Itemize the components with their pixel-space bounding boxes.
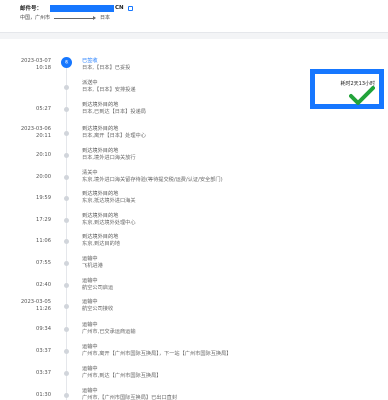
timeline-status: 运输中 [82,278,98,284]
timeline-timestamp: 09:34 [0,326,51,333]
shipment-header: 邮件号： CN 中国，广州市 日本 [0,0,388,33]
timeline-dot [64,261,69,266]
timeline-description: 日本,【日本】已妥投 [82,65,131,71]
timeline-description: 日本,【日本】安排投递 [82,87,136,93]
timeline-status: 到达境外目的地 [82,126,119,132]
timeline-status: 到达境外目的地 [82,213,119,219]
timeline-timestamp: 2023-03-05 11:26 [0,299,51,313]
timeline-time: 17:29 [36,217,51,223]
timeline-description: 广州市,【广州市国际互换局】已出口直封 [82,395,178,400]
timeline-dot [64,131,69,136]
route-row: 中国，广州市 日本 [20,14,110,21]
timeline-description: 飞机进港 [82,263,103,269]
timeline-status: 到达境外目的地 [82,102,119,108]
elapsed-highlight: 耗时2天13小时 [310,69,384,109]
timeline-date: 2023-03-07 [20,58,51,64]
tracking-label: 邮件号： [20,6,43,12]
timeline-dot [64,393,69,398]
timeline-timestamp: 07:55 [0,260,51,267]
timeline-timestamp: 20:00 [0,174,51,181]
timeline-description: 东京,抵达境外进口海关 [82,198,136,204]
timeline-description: 广州市,离开【广州市国际互换局】，下一站【广州市国际互换局】 [82,351,232,357]
timeline-timestamp: 02:40 [0,282,51,289]
timeline-timestamp: 20:10 [0,152,51,159]
timeline-timestamp: 03:37 [0,348,51,355]
timeline-time: 01:30 [36,392,51,398]
timeline-description: 东京,到达境外处理中心 [82,220,136,226]
timeline-status: 运输中 [82,299,98,305]
delivered-marker: 收 [61,57,72,68]
timeline-status: 清关中 [82,170,98,176]
timeline-status: 运输中 [82,366,98,372]
timeline-description: 东京,境外进口海关留存待验(等待提交税/运费/认证/安全部门) [82,177,223,183]
timeline-dot [64,304,69,309]
timeline-time: 07:55 [36,260,51,266]
timeline-time: 09:34 [36,326,51,332]
timeline-dot [64,371,69,376]
timeline-description: 航空公司启运 [82,285,114,291]
timeline-description: 日本,离开【日本】处理中心 [82,133,146,139]
timeline-time: 03:37 [36,348,51,354]
timeline-timestamp: 11:06 [0,238,51,245]
timeline-date: 2023-03-05 [20,299,51,305]
timeline-timestamp: 19:59 [0,195,51,202]
tracking-suffix: CN [115,5,124,11]
timeline-status: 派送中 [82,80,98,86]
timeline-timestamp: 2023-03-06 20:11 [0,126,51,140]
timeline-date: 2023-03-06 [20,126,51,132]
timeline-description: 广州市,到达【广州市国际互换局】 [82,373,162,379]
timeline-time: 03:37 [36,370,51,376]
timeline-time: 11:06 [36,238,51,244]
timeline-time: 05:27 [36,106,51,112]
timeline-dot [64,239,69,244]
timeline-description: 日本,境外进口海关放行 [82,155,136,161]
timeline-time: 20:00 [36,174,51,180]
timeline-status: 运输中 [82,344,98,350]
timeline-status: 到达境外目的地 [82,234,119,240]
timeline-timestamp: 17:29 [0,217,51,224]
timeline-status: 运输中 [82,322,98,328]
timeline-status: 运输中 [82,256,98,262]
timeline-time: 11:26 [36,306,51,312]
timeline-status: 运输中 [82,388,98,394]
timeline-timestamp: 03:37 [0,370,51,377]
timeline-status: 已签收 [82,58,98,64]
timeline-dot [64,196,69,201]
timeline-description: 东京,到达目的地 [82,241,120,247]
timeline-dot [64,349,69,354]
timeline-dot [64,283,69,288]
timeline-status: 到达境外目的地 [82,148,119,154]
timeline-dot [64,175,69,180]
timeline-description: 日本,已到达【日本】投递局 [82,109,146,115]
timeline-time: 20:10 [36,152,51,158]
timeline-description: 广州市,已交承运商运输 [82,329,136,335]
timeline-dot [64,327,69,332]
tracking-number-row: 邮件号： CN [20,4,133,12]
timeline-time: 20:11 [36,133,51,139]
check-icon [349,86,375,105]
route-origin: 中国，广州市 [20,15,51,21]
arrow-right-icon [54,15,97,20]
route-destination: 日本 [100,15,111,21]
tracking-number-redacted [50,4,115,12]
timeline-time: 19:59 [36,195,51,201]
copy-icon[interactable] [127,5,133,11]
timeline-dot [64,85,69,90]
timeline-time: 10:18 [36,65,51,71]
timeline-dot [64,107,69,112]
timeline-timestamp: 01:30 [0,392,51,399]
timeline-dot [64,218,69,223]
timeline-description: 航空公司接收 [82,306,114,312]
timeline-timestamp: 2023-03-07 10:18 [0,58,51,72]
timeline-dot [64,153,69,158]
tracking-timeline-card: 耗时2天13小时 [0,39,388,400]
timeline-time: 02:40 [36,282,51,288]
timeline-status: 到达境外目的地 [82,191,119,197]
timeline-timestamp: 05:27 [0,106,51,113]
